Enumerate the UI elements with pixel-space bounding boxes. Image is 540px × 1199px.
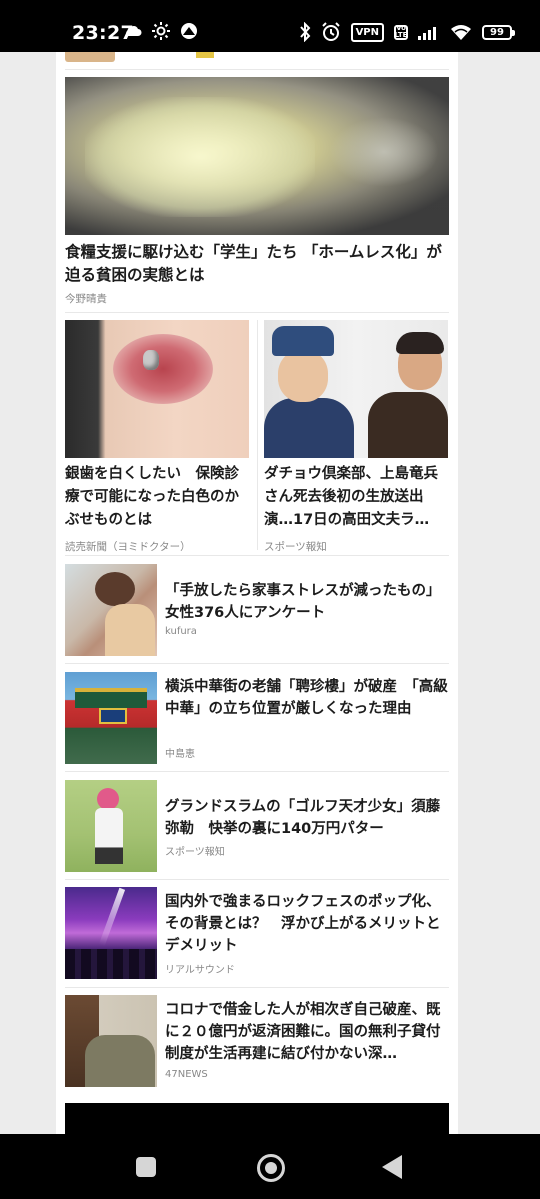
divider <box>65 555 449 556</box>
divider <box>65 663 449 664</box>
recent-apps-button[interactable] <box>136 1157 156 1177</box>
hero-article-title[interactable]: 食糧支援に駆け込む「学生」たち 「ホームレス化」が迫る貧困の実態とは <box>65 241 449 287</box>
list-item-thumbnail[interactable] <box>65 564 157 656</box>
list-item-title[interactable]: 横浜中華街の老舗「聘珍樓」が破産 「高級中華」の立ち位置が厳しくなった理由 <box>165 676 449 720</box>
article-card[interactable]: 銀歯を白くしたい 保険診療で可能になった白色のかぶせものとは 読売新聞（ヨミドク… <box>65 320 249 554</box>
previous-item-thumbnail[interactable] <box>65 52 115 62</box>
article-card-title[interactable]: ダチョウ倶楽部、上島竜兵さん死去後初の生放送出演…17日の高田文夫ラ… <box>264 463 448 532</box>
list-item-thumbnail[interactable] <box>65 887 157 979</box>
list-item[interactable]: グランドスラムの「ゴルフ天才少女」須藤弥勒 快挙の裏に140万円パター スポーツ… <box>65 780 449 872</box>
list-item-thumbnail[interactable] <box>65 995 157 1087</box>
list-item[interactable]: コロナで借金した人が相次ぎ自己破産、既に２０億円が返済困難に。国の無利子貸付制度… <box>65 995 449 1087</box>
volte-icon: Vo LTE <box>394 24 408 40</box>
article-card-image[interactable] <box>65 320 249 458</box>
cloud-icon <box>124 25 142 37</box>
signal-icon <box>418 24 440 40</box>
divider <box>65 771 449 772</box>
divider <box>65 312 449 313</box>
list-item-source: kufura <box>165 626 197 637</box>
status-bar: 23:27 VPN Vo LTE 99 <box>0 0 540 52</box>
home-button[interactable] <box>257 1154 285 1182</box>
sun-icon <box>152 22 170 40</box>
article-card-source: 読売新聞（ヨミドクター） <box>65 541 191 553</box>
list-item-source: 中島恵 <box>165 749 195 760</box>
list-item[interactable]: 国内外で強まるロックフェスのポップ化、その背景とは？ 浮かび上がるメリットとデメ… <box>65 887 449 979</box>
hero-article-image[interactable] <box>65 77 449 235</box>
list-item[interactable]: 「手放したら家事ストレスが減ったもの」女性376人にアンケート kufura <box>65 564 449 656</box>
list-item-title[interactable]: 「手放したら家事ストレスが減ったもの」女性376人にアンケート <box>165 580 449 624</box>
list-item-title[interactable]: コロナで借金した人が相次ぎ自己破産、既に２０億円が返済困難に。国の無利子貸付制度… <box>165 999 449 1065</box>
article-card[interactable]: ダチョウ倶楽部、上島竜兵さん死去後初の生放送出演…17日の高田文夫ラ… スポーツ… <box>264 320 448 554</box>
list-item-thumbnail[interactable] <box>65 672 157 764</box>
divider <box>65 69 449 70</box>
alarm-icon <box>321 22 341 42</box>
back-button[interactable] <box>382 1155 402 1179</box>
battery-icon: 99 <box>482 24 515 40</box>
divider <box>65 879 449 880</box>
list-item-title[interactable]: 国内外で強まるロックフェスのポップ化、その背景とは？ 浮かび上がるメリットとデメ… <box>165 891 449 957</box>
next-item-image[interactable] <box>65 1103 449 1134</box>
list-item-source: スポーツ報知 <box>165 847 225 858</box>
wifi-icon <box>450 24 472 40</box>
news-feed[interactable]: 食糧支援に駆け込む「学生」たち 「ホームレス化」が迫る貧困の実態とは 今野晴貴 … <box>56 52 458 1134</box>
divider <box>65 987 449 988</box>
bluetooth-icon <box>299 22 311 42</box>
list-item-thumbnail[interactable] <box>65 780 157 872</box>
article-card-image[interactable] <box>264 320 448 458</box>
previous-item-badge <box>196 52 214 58</box>
article-card-title[interactable]: 銀歯を白くしたい 保険診療で可能になった白色のかぶせものとは <box>65 463 249 532</box>
list-item-source: リアルサウンド <box>165 965 235 976</box>
list-item-title[interactable]: グランドスラムの「ゴルフ天才少女」須藤弥勒 快挙の裏に140万円パター <box>165 796 449 840</box>
list-item[interactable]: 横浜中華街の老舗「聘珍樓」が破産 「高級中華」の立ち位置が厳しくなった理由 中島… <box>65 672 449 764</box>
list-item-source: 47NEWS <box>165 1069 208 1080</box>
divider <box>257 320 258 550</box>
article-card-source: スポーツ報知 <box>264 541 327 553</box>
vpn-icon: VPN <box>350 22 384 42</box>
app-icon <box>180 22 198 40</box>
hero-article-source: 今野晴貴 <box>65 293 107 305</box>
